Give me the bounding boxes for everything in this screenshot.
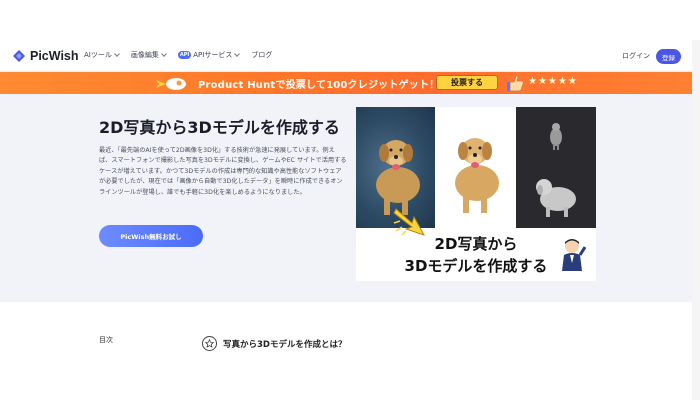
browser-top-area (0, 0, 700, 40)
vote-button[interactable]: 投票する (436, 75, 498, 90)
picwish-logo-icon (13, 50, 25, 62)
3d-model-panel (516, 107, 596, 228)
chevron-down-icon (114, 51, 120, 57)
cutout-photo-panel (435, 107, 516, 228)
top-navigation: PicWish AIツール 画像編集 API APIサービス ブログ (0, 40, 700, 72)
menu-ai-tools-label: AIツール (84, 51, 112, 59)
register-button[interactable]: 登録 (656, 49, 681, 64)
main-menu: AIツール 画像編集 API APIサービス ブログ (84, 50, 284, 60)
menu-image-edit[interactable]: 画像編集 (130, 50, 167, 60)
golden-retriever-cutout (455, 138, 499, 213)
menu-api-services[interactable]: API APIサービス (177, 50, 241, 60)
toc-item-text: 写真から3Dモデルを作成とは？ (223, 339, 347, 350)
thumbs-up-icon (507, 75, 524, 92)
menu-api-services-label: APIサービス (193, 51, 233, 59)
brand-logo[interactable]: PicWish (12, 47, 79, 65)
chevron-down-icon (234, 51, 241, 57)
star-icon (202, 336, 217, 351)
login-link[interactable]: ログイン (622, 51, 650, 61)
toc-label: 目次 (99, 336, 113, 344)
brand-name: PicWish (30, 49, 79, 63)
menu-image-edit-label: 画像編集 (130, 51, 159, 59)
person-illustration-icon (562, 239, 586, 271)
try-free-button[interactable]: PicWish無料お試し (99, 225, 203, 247)
menu-blog-label: ブログ (251, 51, 273, 59)
rating-stars: ★★★★★ (528, 76, 578, 87)
promo-banner[interactable]: Product Huntで投票して100クレジットゲット！ 投票する ★★★★★ (0, 72, 700, 94)
api-badge-icon: API (177, 51, 192, 59)
rocket-icon (156, 75, 186, 93)
menu-ai-tools[interactable]: AIツール (84, 50, 120, 60)
toc-item[interactable]: 写真から3Dモデルを作成とは？ (202, 336, 346, 351)
menu-blog[interactable]: ブログ (251, 50, 272, 60)
hero-description: 最近、「最先端のAIを使って2D画像を3D化」する技術が急速に発展しています。例… (99, 147, 347, 196)
hero-image: 2D写真から 3Dモデルを作成する (356, 107, 596, 281)
chevron-down-icon (161, 51, 167, 57)
page-title: 2D写真から3Dモデルを作成する (99, 118, 340, 137)
scrollbar[interactable] (692, 40, 700, 400)
3d-dog-model (536, 123, 576, 217)
promo-text: Product Huntで投票して100クレジットゲット！ (198, 80, 440, 91)
